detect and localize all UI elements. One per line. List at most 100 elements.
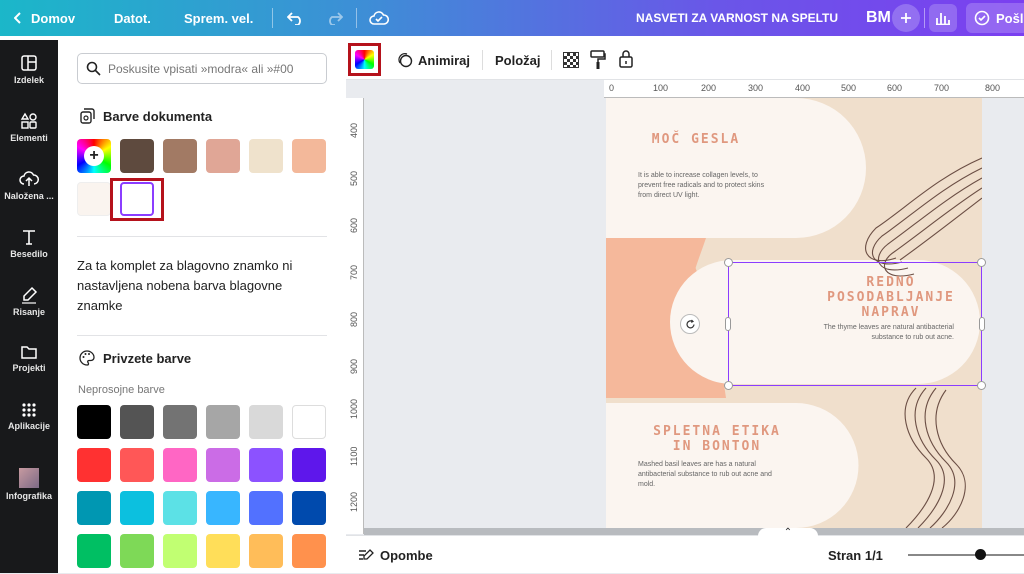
- solid-color-swatch[interactable]: [292, 448, 326, 482]
- rotate-handle[interactable]: [680, 314, 700, 334]
- ruler-tick-label: 200: [701, 83, 717, 93]
- document-color-swatch[interactable]: [292, 139, 326, 173]
- solid-colors-label: Neprosojne barve: [78, 384, 165, 396]
- ruler-tick-label: 0: [609, 83, 615, 93]
- redo-button[interactable]: [325, 0, 343, 36]
- color-search-input[interactable]: Poskusite vpisati »modra« ali »#00: [77, 53, 327, 84]
- sidebar-item-projects[interactable]: Projekti: [0, 344, 58, 373]
- transparency-button[interactable]: [563, 52, 579, 68]
- document-color-swatch[interactable]: [249, 139, 283, 173]
- document-color-swatch[interactable]: [206, 139, 240, 173]
- undo-button[interactable]: [287, 0, 305, 36]
- avatar[interactable]: BM: [866, 0, 891, 36]
- body-text-3: Mashed basil leaves are has a natural an…: [638, 461, 772, 488]
- horizontal-ruler: 0 100 200 300 400 500 600 700 800: [604, 80, 1024, 98]
- cloud-upload-icon: [19, 171, 39, 186]
- ruler-tick-label: 600: [349, 217, 359, 233]
- zoom-slider-thumb[interactable]: [975, 549, 986, 560]
- solid-color-swatch[interactable]: [249, 448, 283, 482]
- notes-button[interactable]: Opombe: [358, 536, 433, 574]
- chevron-left-icon: [14, 12, 21, 24]
- sidebar-item-apps[interactable]: Aplikacije: [0, 402, 58, 431]
- solid-color-swatch[interactable]: [163, 405, 197, 439]
- infographic-thumbnail: [19, 468, 39, 488]
- zoom-slider[interactable]: [908, 549, 1024, 560]
- solid-color-swatch[interactable]: [163, 491, 197, 525]
- side-handle[interactable]: [979, 317, 985, 331]
- solid-color-swatch[interactable]: [120, 534, 154, 568]
- default-colors-heading: Privzete barve: [79, 350, 191, 366]
- side-handle[interactable]: [725, 317, 731, 331]
- solid-color-swatch[interactable]: [77, 534, 111, 568]
- ruler-tick-label: 400: [349, 122, 359, 138]
- document-color-swatch[interactable]: [163, 139, 197, 173]
- divider: [924, 8, 925, 28]
- resize-handle[interactable]: [977, 381, 986, 390]
- solid-color-swatch[interactable]: [77, 491, 111, 525]
- solid-color-swatch[interactable]: [292, 405, 326, 439]
- solid-color-swatch[interactable]: [120, 491, 154, 525]
- check-circle-icon: [974, 10, 990, 26]
- solid-color-swatch[interactable]: [292, 534, 326, 568]
- insights-button[interactable]: [929, 4, 957, 32]
- sidebar: Izdelek Elementi Naložena ... Besedilo R…: [0, 40, 58, 573]
- notes-icon: [359, 549, 374, 560]
- solid-color-swatch[interactable]: [206, 491, 240, 525]
- share-button[interactable]: Pošl: [966, 3, 1024, 33]
- document-colors-heading: Barve dokumenta: [79, 108, 212, 124]
- resize-handle[interactable]: [724, 258, 733, 267]
- file-menu[interactable]: Datot.: [114, 0, 151, 36]
- sidebar-item-uploads[interactable]: Naložena ...: [0, 170, 58, 201]
- resize-handle[interactable]: [724, 381, 733, 390]
- solid-color-swatch[interactable]: [249, 405, 283, 439]
- resize-handle[interactable]: [977, 258, 986, 267]
- collapse-toggle[interactable]: ⌃: [758, 528, 818, 538]
- solid-color-swatch[interactable]: [292, 491, 326, 525]
- sidebar-item-infographic[interactable]: Infografika: [0, 468, 58, 501]
- document-color-swatch-selected[interactable]: [120, 182, 154, 216]
- ruler-tick-label: 800: [349, 311, 359, 327]
- sidebar-item-label: Infografika: [5, 491, 52, 501]
- lock-button[interactable]: [618, 49, 634, 72]
- page-indicator[interactable]: Stran 1/1: [828, 536, 883, 574]
- home-button[interactable]: Domov: [14, 0, 75, 36]
- color-picker-button[interactable]: [348, 43, 381, 76]
- document-color-swatch[interactable]: [77, 182, 111, 216]
- divider: [482, 50, 483, 70]
- solid-color-swatch[interactable]: [206, 448, 240, 482]
- ruler-tick-label: 900: [349, 358, 359, 374]
- grid-icon: [22, 403, 36, 417]
- sidebar-item-design[interactable]: Izdelek: [0, 54, 58, 85]
- add-collaborator-button[interactable]: [892, 4, 920, 32]
- document-title[interactable]: NASVETI ZA VARNOST NA SPELTU: [636, 0, 838, 36]
- solid-color-swatch[interactable]: [249, 534, 283, 568]
- solid-color-swatch[interactable]: [249, 491, 283, 525]
- solid-color-swatch[interactable]: [206, 534, 240, 568]
- page-label: Stran 1/1: [828, 547, 883, 563]
- file-label: Datot.: [114, 10, 151, 26]
- solid-color-swatch[interactable]: [206, 405, 240, 439]
- brand-kit-note: Za ta komplet za blagovno znamko ni nast…: [77, 258, 293, 313]
- resize-menu[interactable]: Sprem. vel.: [184, 0, 253, 36]
- sidebar-item-label: Risanje: [12, 307, 45, 317]
- solid-color-swatch[interactable]: [120, 448, 154, 482]
- position-button[interactable]: Položaj: [495, 40, 541, 80]
- sidebar-item-draw[interactable]: Risanje: [0, 286, 58, 317]
- sidebar-item-text[interactable]: Besedilo: [0, 228, 58, 259]
- add-color-button[interactable]: +: [77, 139, 111, 173]
- solid-color-swatch[interactable]: [77, 448, 111, 482]
- solid-color-swatch[interactable]: [77, 405, 111, 439]
- document-color-swatch[interactable]: [120, 139, 154, 173]
- solid-color-swatch[interactable]: [163, 534, 197, 568]
- sidebar-item-elements[interactable]: Elementi: [0, 112, 58, 143]
- copy-style-button[interactable]: [590, 50, 606, 73]
- ruler-tick-label: 100: [653, 83, 669, 93]
- solid-color-swatch[interactable]: [120, 405, 154, 439]
- cloud-save-button[interactable]: [369, 0, 389, 36]
- selection-box[interactable]: [724, 258, 986, 390]
- ruler-tick-label: 700: [934, 83, 950, 93]
- solid-color-swatch[interactable]: [163, 448, 197, 482]
- ruler-tick-label: 400: [795, 83, 811, 93]
- sidebar-item-label: Izdelek: [13, 75, 44, 85]
- animate-button[interactable]: Animiraj: [397, 40, 470, 80]
